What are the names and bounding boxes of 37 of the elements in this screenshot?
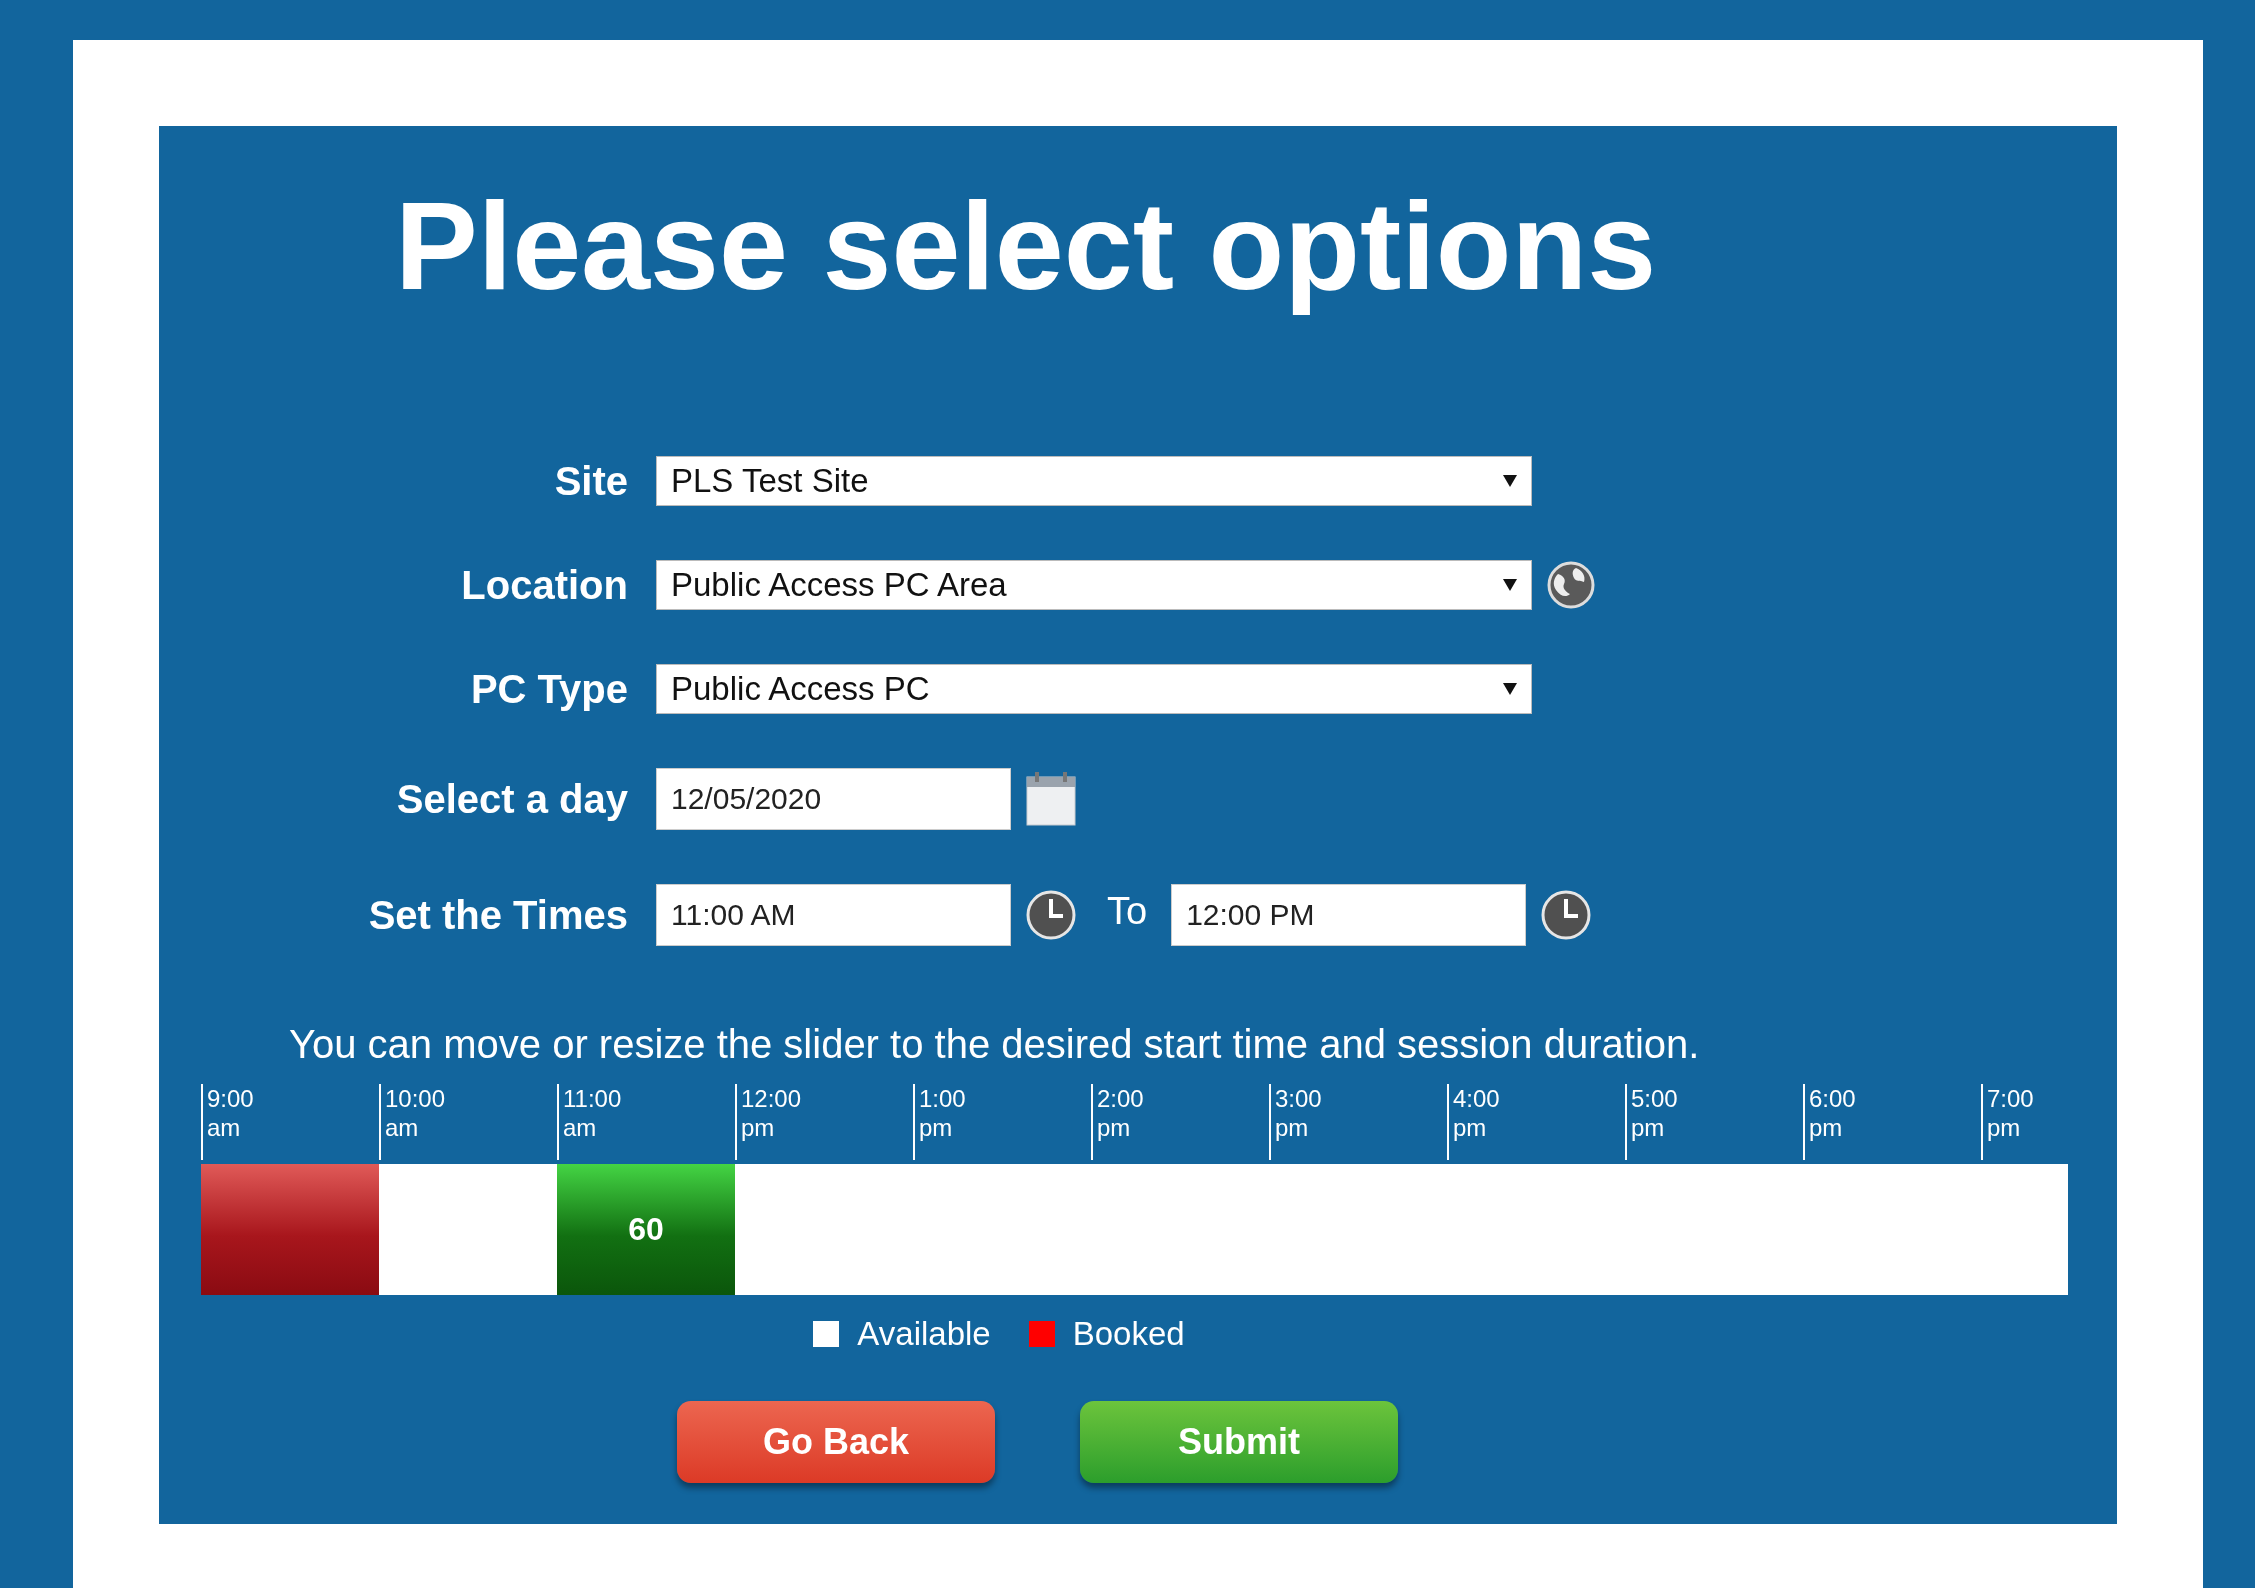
hour-label: 1:00 pm (919, 1084, 966, 1142)
hour-label: 5:00 pm (1631, 1084, 1678, 1142)
dropdown[interactable]: Public Access PC (656, 664, 1532, 714)
hour-label: 11:00 am (563, 1084, 622, 1142)
hour-label: 4:00 pm (1453, 1084, 1500, 1142)
hour-label: 12:00 pm (741, 1084, 802, 1142)
date-field[interactable]: 12/05/2020 (656, 768, 1011, 830)
caret-icon (1503, 579, 1517, 591)
globe-icon[interactable] (1546, 560, 1596, 610)
field-label: Location (460, 562, 628, 608)
hour-label: 10:00 am (385, 1084, 446, 1142)
dropdown[interactable]: Public Access PC Area (656, 560, 1532, 610)
hour-label: 7:00 pm (1987, 1084, 2034, 1142)
legend-label: Booked (1072, 1315, 1185, 1353)
instruction-text: You can move or resize the slider to the desired start time and session duration. (289, 1022, 1700, 1067)
field-label: Set the Times (367, 892, 628, 938)
back-button[interactable]: Go Back (677, 1401, 995, 1483)
field-label: PC Type (469, 666, 628, 712)
page-title: Please select options (395, 176, 1657, 316)
field-label: Site (553, 458, 628, 504)
clock-icon[interactable] (1025, 889, 1077, 941)
time-slider-track[interactable]: 60 (201, 1164, 2068, 1295)
to-label: To (1107, 889, 1148, 933)
hour-label: 9:00 am (207, 1084, 254, 1142)
hour-label: 6:00 pm (1809, 1084, 1856, 1142)
end-time-field[interactable]: 12:00 PM (1171, 884, 1527, 946)
caret-icon (1503, 683, 1517, 695)
hour-label: 2:00 pm (1097, 1084, 1144, 1142)
caret-icon (1503, 475, 1517, 487)
field-label: Select a day (395, 776, 628, 822)
start-time-field[interactable]: 11:00 AM (656, 884, 1011, 946)
calendar-icon[interactable] (1025, 771, 1077, 827)
clock-icon[interactable] (1540, 889, 1593, 941)
legend-label: Available (857, 1315, 991, 1353)
dropdown[interactable]: PLS Test Site (656, 456, 1532, 506)
selected-slot[interactable]: 60 (557, 1164, 735, 1295)
hour-label: 3:00 pm (1275, 1084, 1322, 1142)
